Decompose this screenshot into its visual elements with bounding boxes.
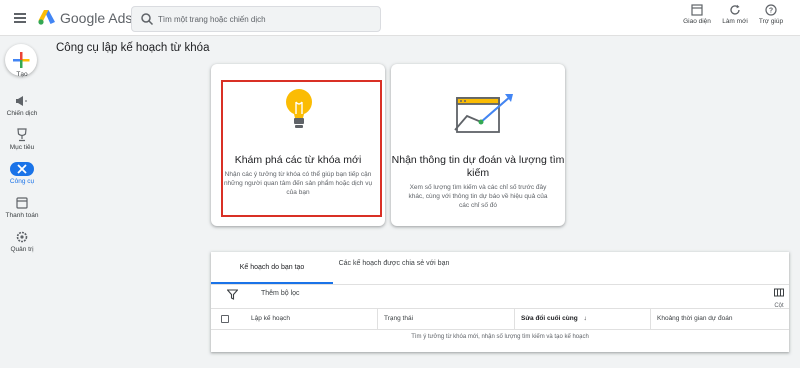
column-header-plan[interactable]: Lập kế hoạch (245, 309, 375, 329)
card-description: Nhận các ý tưởng từ khóa có thể giúp bạn… (223, 171, 373, 196)
filter-icon[interactable] (227, 289, 238, 300)
columns-icon (774, 288, 784, 297)
discover-keywords-card[interactable]: Khám phá các từ khóa mới Nhận các ý tưởn… (211, 64, 385, 226)
page-title: Công cụ lập kế hoạch từ khóa (56, 42, 210, 54)
refresh-button[interactable]: Làm mới (715, 4, 755, 34)
tab-label: Các kế hoạch được chia sẻ với bạn (338, 260, 450, 267)
sidebar-item-tools[interactable]: Công cụ (0, 162, 44, 185)
card-description: Xem số lượng tìm kiếm và các chỉ số trướ… (408, 184, 548, 209)
appearance-icon (691, 4, 703, 16)
search-input[interactable] (158, 11, 373, 27)
help-button[interactable]: ? Trợ giúp (751, 4, 791, 34)
sidebar-item-label: Quản trị (10, 246, 34, 253)
brand-name: Google Ads (60, 10, 133, 26)
sidebar-item-label: Chiến dịch (6, 110, 38, 117)
help-label: Trợ giúp (758, 18, 784, 25)
sidebar-item-label: Thanh toán (5, 212, 39, 219)
appearance-label: Giao diện (683, 18, 711, 25)
megaphone-icon (16, 96, 27, 106)
column-header-forecast-period[interactable]: Khoảng thời gian dự đoán (650, 309, 789, 329)
sidebar-item-admin[interactable]: Quản trị (0, 230, 44, 253)
sidebar-item-billing[interactable]: Thanh toán (0, 196, 44, 219)
column-header-status[interactable]: Trạng thái (377, 309, 517, 329)
tools-icon (10, 162, 34, 176)
add-filter-button[interactable]: Thêm bộ lọc (261, 290, 300, 297)
gear-icon (16, 231, 28, 243)
columns-button[interactable]: Cột (772, 285, 786, 309)
card-title: Nhận thông tin dự đoán và lượng tìm kiếm (391, 154, 565, 179)
tab-shared-plans[interactable]: Các kế hoạch được chia sẻ với bạn (333, 252, 455, 284)
menu-icon[interactable] (14, 13, 26, 23)
create-label: Tạo (16, 71, 28, 78)
credit-card-icon (16, 197, 28, 209)
google-ads-logo-icon (38, 10, 55, 25)
tab-label: Kế hoạch do bạn tạo (239, 264, 305, 271)
select-all-checkbox[interactable] (221, 315, 229, 323)
svg-text:?: ? (769, 8, 773, 15)
card-title: Khám phá các từ khóa mới (234, 154, 362, 166)
sidebar-item-goals[interactable]: Mục tiêu (0, 128, 44, 151)
sidebar-item-label: Công cụ (9, 178, 35, 185)
lightbulb-icon (286, 89, 312, 128)
tab-divider (211, 284, 789, 285)
empty-state-message: Tìm ý tưởng từ khóa mới, nhận số lượng t… (411, 334, 589, 340)
column-header-last-modified[interactable]: Sửa đổi cuối cùng ↓ (514, 309, 650, 329)
navigation-rail: Tạo Chiến dịch Mục tiêu Công cụ Thanh to… (0, 36, 44, 368)
sort-arrow-down-icon: ↓ (583, 315, 587, 322)
sidebar-item-label: Mục tiêu (9, 144, 35, 151)
forecast-chart-icon (454, 94, 513, 133)
table-header-row: Lập kế hoạch Trạng thái Sửa đổi cuối cùn… (211, 308, 789, 330)
top-app-bar: Google Ads Giao diện Làm mới ? Trợ giúp (0, 0, 800, 36)
search-icon (141, 13, 154, 26)
refresh-label: Làm mới (722, 18, 748, 25)
forecast-card[interactable]: Nhận thông tin dự đoán và lượng tìm kiếm… (391, 64, 565, 226)
trophy-icon (17, 128, 27, 142)
help-icon: ? (765, 4, 777, 16)
refresh-icon (730, 4, 740, 15)
plans-panel: Kế hoạch do bạn tạo Các kế hoạch được ch… (211, 252, 789, 352)
search-box[interactable] (131, 6, 381, 32)
tab-your-plans[interactable]: Kế hoạch do bạn tạo (211, 252, 333, 284)
column-header-label: Sửa đổi cuối cùng (521, 315, 578, 322)
appearance-button[interactable]: Giao diện (677, 4, 717, 34)
sidebar-item-campaigns[interactable]: Chiến dịch (0, 94, 44, 117)
